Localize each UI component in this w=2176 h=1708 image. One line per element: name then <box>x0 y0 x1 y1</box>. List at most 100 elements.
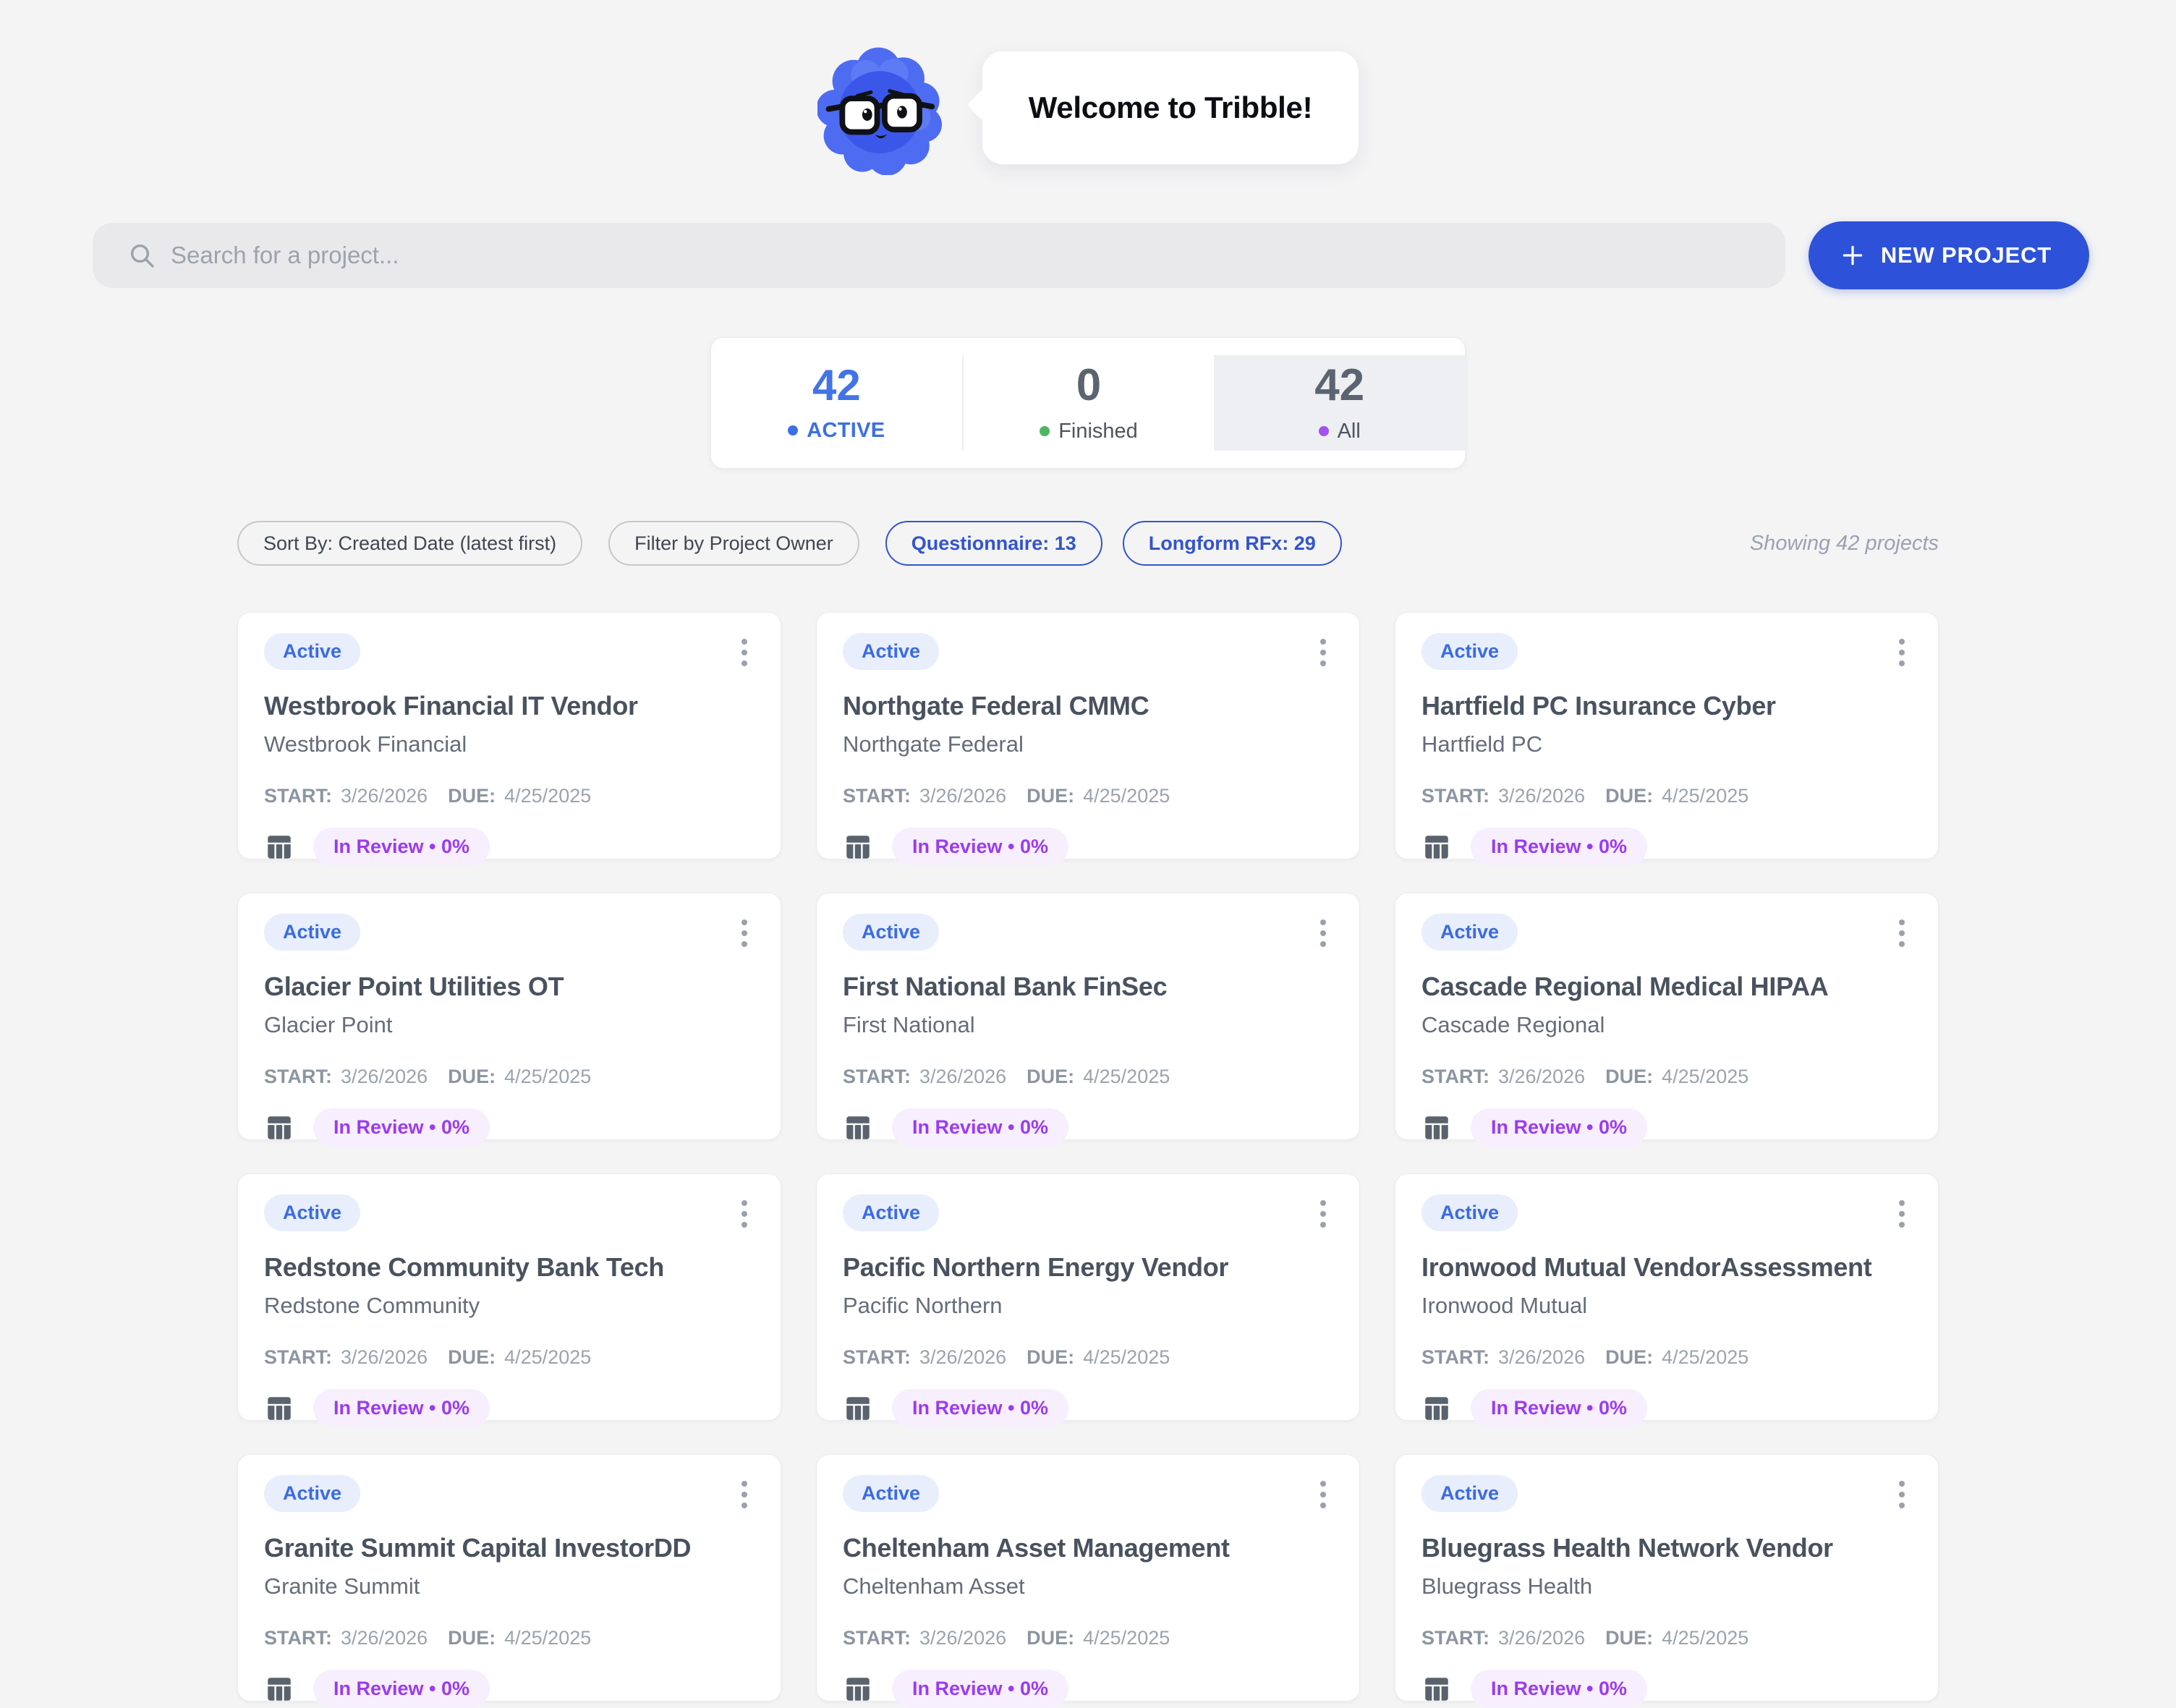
project-card[interactable]: Active Northgate Federal CMMC Northgate … <box>816 612 1360 859</box>
speech-bubble-tail <box>966 88 999 121</box>
sort-by-chip[interactable]: Sort By: Created Date (latest first) <box>237 521 582 566</box>
project-client: Granite Summit <box>264 1573 755 1599</box>
card-menu-kebab-icon[interactable] <box>1892 1194 1912 1233</box>
table-icon <box>264 1113 294 1143</box>
project-title: Granite Summit Capital InvestorDD <box>264 1533 755 1563</box>
project-client: Hartfield PC <box>1421 731 1912 757</box>
project-client: Ironwood Mutual <box>1421 1293 1912 1319</box>
project-title: Pacific Northern Energy Vendor <box>843 1252 1333 1283</box>
table-icon <box>1421 832 1452 862</box>
finished-dot-icon <box>1040 426 1050 436</box>
card-menu-kebab-icon[interactable] <box>1892 1475 1912 1514</box>
card-menu-kebab-icon[interactable] <box>1892 633 1912 672</box>
status-badge: Active <box>264 633 360 670</box>
new-project-button[interactable]: NEW PROJECT <box>1809 221 2089 289</box>
project-client: Westbrook Financial <box>264 731 755 757</box>
progress-status-pill: In Review • 0% <box>313 1108 490 1147</box>
active-count: 42 <box>812 364 861 407</box>
progress-status-pill: In Review • 0% <box>1471 1670 1647 1708</box>
due-date: 4/25/2025 <box>1662 1627 1748 1649</box>
card-menu-kebab-icon[interactable] <box>734 1475 755 1514</box>
plus-icon <box>1840 243 1865 268</box>
start-label: START: <box>1421 1627 1489 1649</box>
project-dates: START: 3/26/2026 DUE: 4/25/2025 <box>264 1627 755 1649</box>
project-card[interactable]: Active Pacific Northern Energy Vendor Pa… <box>816 1173 1360 1421</box>
project-title: Bluegrass Health Network Vendor <box>1421 1533 1912 1563</box>
start-label: START: <box>1421 785 1489 807</box>
due-label: DUE: <box>448 1346 496 1369</box>
stat-tab-all[interactable]: 42 All <box>1214 355 1465 451</box>
due-label: DUE: <box>1027 1627 1074 1649</box>
project-card[interactable]: Active Westbrook Financial IT Vendor Wes… <box>237 612 781 859</box>
card-menu-kebab-icon[interactable] <box>1313 633 1333 672</box>
stat-tab-finished[interactable]: 0 Finished <box>962 355 1215 451</box>
progress-status-pill: In Review • 0% <box>1471 1389 1647 1427</box>
card-menu-kebab-icon[interactable] <box>1313 1194 1333 1233</box>
table-icon <box>843 832 873 862</box>
table-icon <box>843 1393 873 1424</box>
project-dates: START: 3/26/2026 DUE: 4/25/2025 <box>1421 785 1912 807</box>
due-label: DUE: <box>1605 1627 1653 1649</box>
card-menu-kebab-icon[interactable] <box>734 1194 755 1233</box>
project-dates: START: 3/26/2026 DUE: 4/25/2025 <box>1421 1346 1912 1369</box>
projects-grid: Active Westbrook Financial IT Vendor Wes… <box>237 612 1939 1701</box>
active-label: ACTIVE <box>807 419 885 443</box>
project-client: Cheltenham Asset <box>843 1573 1333 1599</box>
project-title: Redstone Community Bank Tech <box>264 1252 755 1283</box>
start-date: 3/26/2026 <box>341 1346 428 1369</box>
project-card[interactable]: Active Cascade Regional Medical HIPAA Ca… <box>1395 893 1939 1140</box>
table-icon <box>843 1674 873 1704</box>
card-menu-kebab-icon[interactable] <box>734 914 755 953</box>
progress-status-pill: In Review • 0% <box>313 1670 490 1708</box>
start-date: 3/26/2026 <box>919 1066 1006 1088</box>
project-title: Hartfield PC Insurance Cyber <box>1421 691 1912 721</box>
due-label: DUE: <box>1605 1346 1653 1369</box>
card-menu-kebab-icon[interactable] <box>734 633 755 672</box>
due-label: DUE: <box>448 1066 496 1088</box>
table-icon <box>264 832 294 862</box>
project-card[interactable]: Active Redstone Community Bank Tech Reds… <box>237 1173 781 1421</box>
project-card[interactable]: Active Bluegrass Health Network Vendor B… <box>1395 1454 1939 1701</box>
status-badge: Active <box>843 1194 939 1231</box>
project-dates: START: 3/26/2026 DUE: 4/25/2025 <box>843 1627 1333 1649</box>
start-date: 3/26/2026 <box>919 785 1006 807</box>
due-label: DUE: <box>448 1627 496 1649</box>
questionnaire-filter-chip[interactable]: Questionnaire: 13 <box>885 521 1102 566</box>
table-icon <box>1421 1674 1452 1704</box>
stat-tab-active[interactable]: 42 ACTIVE <box>711 355 962 451</box>
card-menu-kebab-icon[interactable] <box>1892 914 1912 953</box>
project-client: Bluegrass Health <box>1421 1573 1912 1599</box>
status-badge: Active <box>843 1475 939 1512</box>
project-dates: START: 3/26/2026 DUE: 4/25/2025 <box>264 785 755 807</box>
project-client: First National <box>843 1012 1333 1038</box>
project-card[interactable]: Active Glacier Point Utilities OT Glacie… <box>237 893 781 1140</box>
card-menu-kebab-icon[interactable] <box>1313 914 1333 953</box>
search-icon <box>127 241 156 270</box>
filter-owner-chip[interactable]: Filter by Project Owner <box>608 521 859 566</box>
start-label: START: <box>264 1066 332 1088</box>
project-card[interactable]: Active Hartfield PC Insurance Cyber Hart… <box>1395 612 1939 859</box>
start-date: 3/26/2026 <box>919 1627 1006 1649</box>
longform-rfx-filter-chip[interactable]: Longform RFx: 29 <box>1123 521 1342 566</box>
project-dates: START: 3/26/2026 DUE: 4/25/2025 <box>843 1066 1333 1088</box>
project-title: Ironwood Mutual VendorAssessment <box>1421 1252 1912 1283</box>
search-input[interactable] <box>169 241 1759 270</box>
hero-header: Welcome to Tribble! <box>0 0 2176 175</box>
project-card[interactable]: Active Ironwood Mutual VendorAssessment … <box>1395 1173 1939 1421</box>
start-date: 3/26/2026 <box>1498 785 1585 807</box>
due-label: DUE: <box>1605 785 1653 807</box>
project-card[interactable]: Active First National Bank FinSec First … <box>816 893 1360 1140</box>
search-row: NEW PROJECT <box>93 221 2089 289</box>
search-bar[interactable] <box>93 223 1785 288</box>
due-label: DUE: <box>1027 1066 1074 1088</box>
welcome-text: Welcome to Tribble! <box>1029 90 1313 125</box>
finished-label: Finished <box>1058 420 1138 443</box>
start-label: START: <box>264 785 332 807</box>
project-title: Glacier Point Utilities OT <box>264 972 755 1002</box>
card-menu-kebab-icon[interactable] <box>1313 1475 1333 1514</box>
project-card[interactable]: Active Granite Summit Capital InvestorDD… <box>237 1454 781 1701</box>
project-card[interactable]: Active Cheltenham Asset Management Chelt… <box>816 1454 1360 1701</box>
start-label: START: <box>843 1627 911 1649</box>
status-badge: Active <box>1421 1475 1518 1512</box>
all-label: All <box>1338 420 1361 443</box>
